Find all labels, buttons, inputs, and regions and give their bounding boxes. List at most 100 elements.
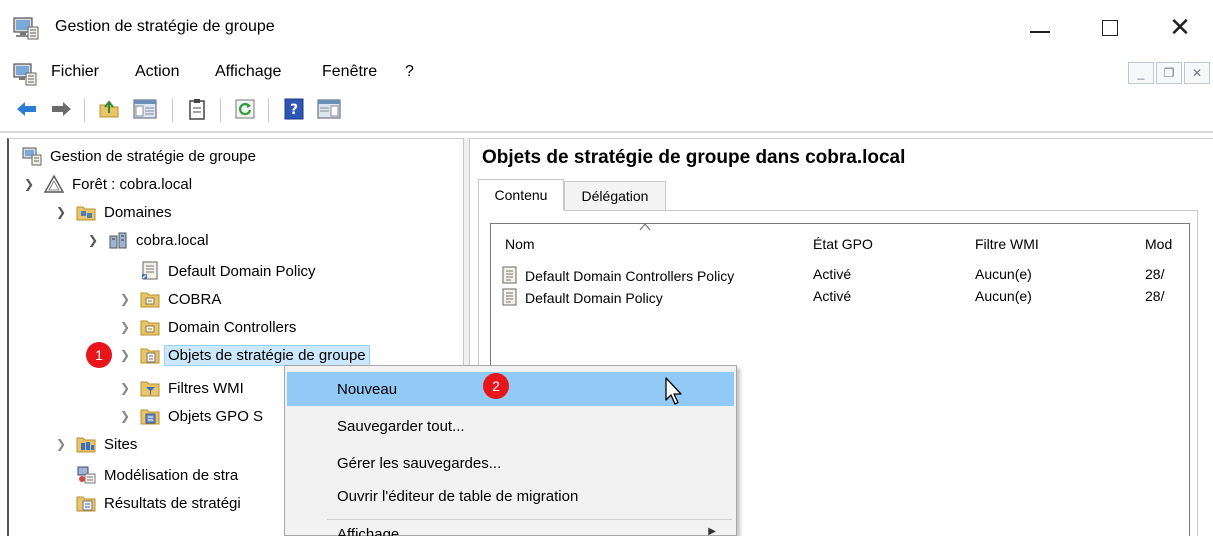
tree-item-gp-modeling[interactable]: Modélisation de stra [76, 462, 238, 488]
tree-item-sites[interactable]: ❯ Sites [54, 431, 137, 457]
tree-item-domains[interactable]: ❯ Domaines [54, 199, 172, 225]
tree-label: Résultats de stratégi [104, 494, 241, 512]
wmi-folder-icon [140, 381, 160, 397]
gpo-state: Activé [813, 266, 852, 282]
minimize-button[interactable] [1005, 0, 1075, 56]
chevron-down-icon[interactable]: ❯ [86, 233, 100, 247]
chevron-right-icon[interactable]: ❯ [118, 348, 132, 362]
tree-label: COBRA [168, 290, 222, 308]
chevron-down-icon[interactable]: ❯ [54, 205, 68, 219]
gpo-wmi-filter: Aucun(e) [975, 266, 1032, 282]
menu-item-sauvegarder-tout[interactable]: Sauvegarder tout... [287, 409, 734, 443]
results-title: Objets de stratégie de groupe dans cobra… [482, 147, 906, 168]
mdi-minimize-button[interactable]: _ [1128, 62, 1154, 84]
menu-fenetre[interactable]: Fenêtre [322, 63, 377, 81]
tree-label: Gestion de stratégie de groupe [50, 147, 256, 165]
tree-item-domain-controllers[interactable]: ❯ Domain Controllers [118, 314, 296, 340]
tree-item-cobra-local[interactable]: ❯ cobra.local [86, 227, 209, 253]
sort-ascending-icon [639, 224, 651, 231]
chevron-right-icon[interactable]: ❯ [54, 437, 68, 451]
ou-folder-icon [140, 320, 160, 336]
tab-contenu[interactable]: Contenu [478, 179, 564, 211]
forest-icon [44, 174, 64, 193]
tree-item-wmi-filters[interactable]: ❯ Filtres WMI [118, 375, 244, 401]
tree-item-starter-gpos[interactable]: ❯ Objets GPO S [118, 403, 263, 429]
gp-results-icon [76, 496, 96, 512]
gpo-name: Default Domain Controllers Policy [525, 268, 735, 284]
chevron-right-icon[interactable]: ❯ [118, 292, 132, 306]
document-window-icon[interactable] [12, 62, 38, 86]
step-badge-1: 1 [86, 342, 112, 368]
menu-item-label: Affichage [337, 526, 400, 536]
gpmc-app-icon [13, 17, 39, 40]
tree-label: Domaines [104, 203, 172, 221]
chevron-right-icon[interactable]: ❯ [118, 320, 132, 334]
clipboard-icon [189, 99, 205, 120]
tree-label: Forêt : cobra.local [72, 175, 193, 193]
show-hide-tree-icon [133, 99, 157, 119]
refresh-button[interactable] [232, 96, 258, 122]
menu-fichier[interactable]: Fichier [51, 63, 99, 81]
menu-item-label: Nouveau [337, 380, 398, 398]
menu-item-gerer-sauvegardes[interactable]: Gérer les sauvegardes... [287, 446, 734, 480]
maximize-icon [1102, 20, 1118, 36]
show-hide-tree-button[interactable] [130, 96, 160, 122]
back-button[interactable] [14, 96, 40, 122]
chevron-right-icon[interactable]: ❯ [118, 409, 132, 423]
column-header-modifie[interactable]: Mod [1145, 236, 1172, 252]
tree-label: Objets GPO S [168, 407, 264, 425]
help-button[interactable]: ? [282, 96, 306, 122]
tab-delegation[interactable]: Délégation [564, 181, 666, 211]
tree-item-root[interactable]: Gestion de stratégie de groupe [22, 143, 256, 169]
close-button[interactable]: ✕ [1145, 0, 1213, 56]
column-header-filtre-wmi[interactable]: Filtre WMI [975, 236, 1039, 252]
table-row[interactable]: Default Domain Controllers Policy Activé… [501, 266, 1189, 288]
tree-label: Sites [104, 435, 138, 453]
domain-icon [109, 232, 127, 249]
menu-item-label: Gérer les sauvegardes... [337, 454, 502, 472]
submenu-arrow-icon: ▶ [708, 526, 716, 536]
tree-item-forest[interactable]: ❯ Forêt : cobra.local [22, 171, 192, 197]
mdi-restore-button[interactable]: ❐ [1156, 62, 1182, 84]
action-pane-icon [317, 99, 341, 119]
menu-item-editeur-migration[interactable]: Ouvrir l'éditeur de table de migration [287, 479, 734, 513]
table-row[interactable]: Default Domain Policy Activé Aucun(e) 28… [501, 288, 1189, 310]
svg-text:?: ? [290, 102, 298, 118]
action-pane-button[interactable] [314, 96, 344, 122]
menu-affichage[interactable]: Affichage [215, 63, 281, 81]
tree-label: Filtres WMI [168, 379, 244, 397]
maximize-button[interactable] [1075, 0, 1145, 56]
menu-help[interactable]: ? [405, 63, 414, 81]
tree-label: Modélisation de stra [104, 466, 239, 484]
menu-item-affichage[interactable]: Affichage ▶ [287, 526, 734, 536]
gpo-wmi-filter: Aucun(e) [975, 288, 1032, 304]
chevron-right-icon[interactable]: ❯ [118, 381, 132, 395]
menu-action[interactable]: Action [135, 63, 179, 81]
tree-item-gp-results[interactable]: Résultats de stratégi [76, 490, 241, 516]
tree-label: Domain Controllers [168, 318, 297, 336]
toolbar-separator [220, 98, 221, 122]
domains-folder-icon [76, 206, 96, 221]
tree-label: Objets de stratégie de groupe [164, 344, 370, 366]
forward-button[interactable] [48, 96, 74, 122]
column-header-etat-gpo[interactable]: État GPO [813, 236, 873, 252]
gpo-icon [502, 266, 517, 284]
toolbar-separator [84, 98, 85, 122]
chevron-down-icon[interactable]: ❯ [22, 177, 36, 191]
menu-item-label: Sauvegarder tout... [337, 417, 465, 435]
mdi-controls: _ ❐ ✕ [1128, 62, 1212, 84]
gpmc-icon [22, 147, 42, 166]
up-level-button[interactable] [96, 96, 122, 122]
mdi-close-button[interactable]: ✕ [1184, 62, 1210, 84]
clipboard-button[interactable] [184, 96, 210, 122]
tree-item-default-domain-policy[interactable]: Default Domain Policy [140, 258, 316, 284]
step-badge-2: 2 [483, 373, 509, 399]
menu-item-label: Ouvrir l'éditeur de table de migration [337, 487, 579, 505]
gp-modeling-icon [77, 466, 96, 484]
close-icon: ✕ [1169, 13, 1191, 43]
minimize-icon [1030, 31, 1050, 33]
sites-folder-icon [76, 437, 96, 453]
tree-item-cobra-ou[interactable]: ❯ COBRA [118, 286, 221, 312]
menu-separator [327, 519, 732, 520]
column-header-nom[interactable]: Nom [505, 236, 535, 252]
